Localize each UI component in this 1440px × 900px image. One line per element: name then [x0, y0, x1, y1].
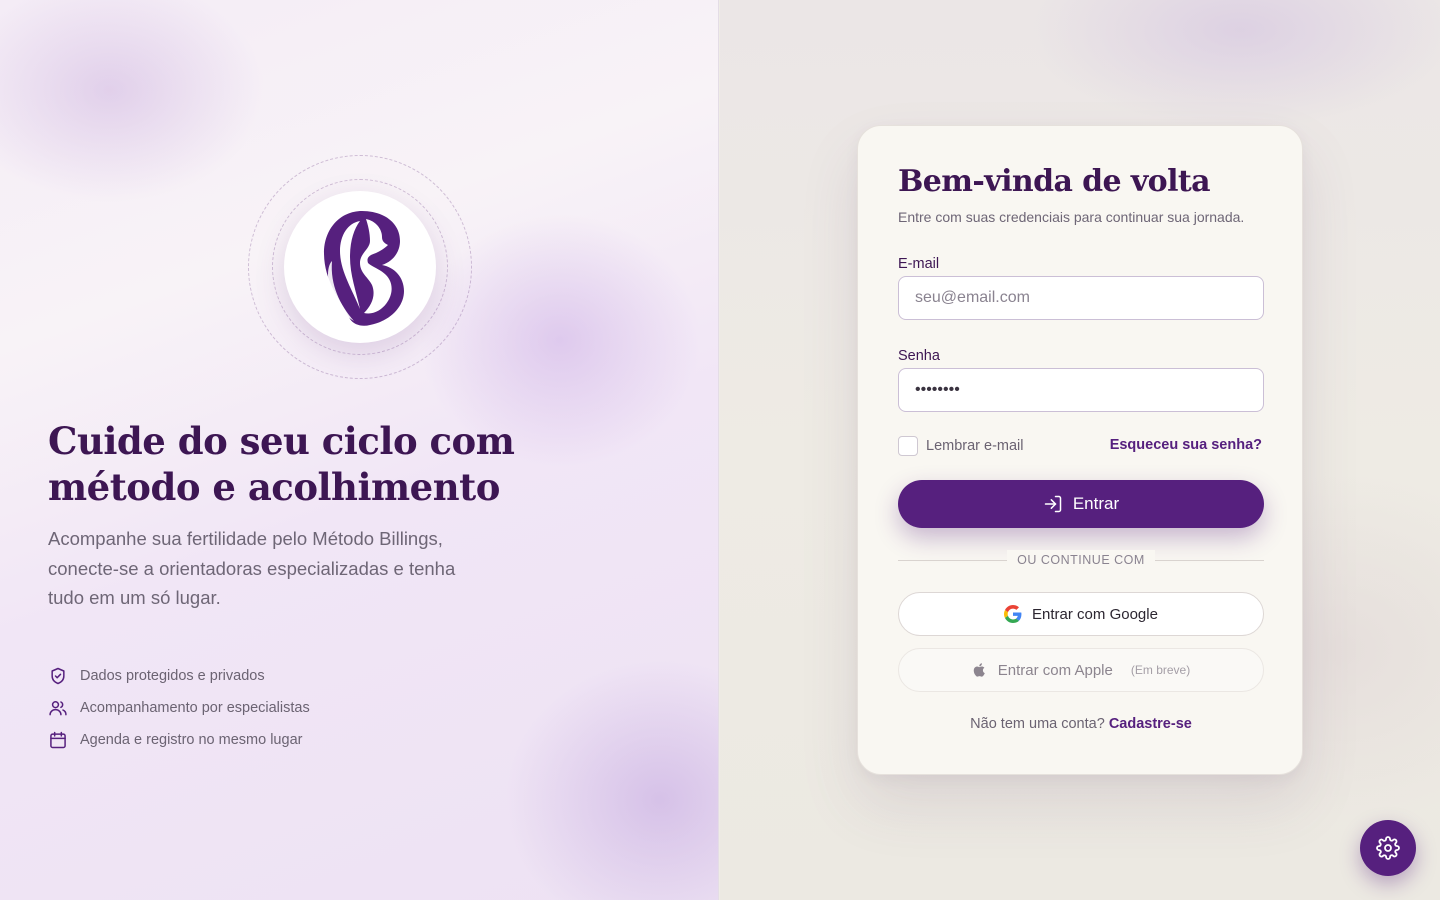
remember-checkbox[interactable] — [898, 436, 918, 456]
calendar-icon — [48, 730, 68, 750]
hero-title: Cuide do seu ciclo com método e acolhime… — [48, 419, 515, 509]
google-login-button[interactable]: Entrar com Google — [898, 592, 1264, 636]
email-field[interactable] — [898, 276, 1264, 320]
signup-link[interactable]: Cadastre-se — [1109, 716, 1192, 732]
google-icon — [1004, 605, 1022, 623]
feature-item: Agenda e registro no mesmo lugar — [48, 724, 310, 756]
settings-fab-button[interactable] — [1360, 820, 1416, 876]
forgot-password-link[interactable]: Esqueceu sua senha? — [1110, 437, 1262, 453]
hero-subtitle: Acompanhe sua fertilidade pelo Método Bi… — [48, 528, 456, 608]
shield-check-icon — [48, 666, 68, 686]
password-label: Senha — [898, 348, 940, 364]
feature-item: Acompanhamento por especialistas — [48, 692, 310, 724]
remember-email[interactable]: Lembrar e-mail — [898, 436, 1024, 456]
apple-login-button[interactable]: Entrar com Apple (Em breve) — [898, 648, 1264, 692]
settings-gear-icon — [1376, 836, 1400, 860]
feature-list: Dados protegidos e privados Acompanhamen… — [48, 660, 310, 756]
submit-button[interactable]: Entrar — [898, 480, 1264, 528]
feature-label: Dados protegidos e privados — [80, 668, 265, 684]
remember-label: Lembrar e-mail — [926, 438, 1024, 454]
signup-prompt: Não tem uma conta? Cadastre-se — [858, 716, 1304, 732]
divider-text: OU CONTINUE COM — [1007, 550, 1155, 570]
feature-item: Dados protegidos e privados — [48, 660, 310, 692]
brand-logo — [284, 191, 436, 343]
feature-label: Agenda e registro no mesmo lugar — [80, 732, 303, 748]
google-login-label: Entrar com Google — [1032, 605, 1158, 623]
feature-label: Acompanhamento por especialistas — [80, 700, 310, 716]
login-card: Bem-vinda de volta Entre com suas creden… — [857, 125, 1303, 775]
login-arrow-icon — [1044, 495, 1062, 513]
apple-login-label: Entrar com Apple — [997, 661, 1113, 679]
login-subtitle: Entre com suas credenciais para continua… — [898, 209, 1245, 225]
submit-label: Entrar — [1072, 494, 1120, 513]
email-label: E-mail — [898, 256, 940, 272]
signup-prompt-text: Não tem uma conta? — [970, 716, 1105, 732]
hero-panel: Cuide do seu ciclo com método e acolhime… — [0, 0, 719, 900]
login-title: Bem-vinda de volta — [898, 164, 1211, 199]
coming-soon-badge: (Em breve) — [1130, 663, 1191, 677]
apple-icon — [973, 663, 985, 677]
users-icon — [48, 698, 68, 718]
brand-logo-icon — [324, 211, 404, 326]
password-field[interactable] — [898, 368, 1264, 412]
